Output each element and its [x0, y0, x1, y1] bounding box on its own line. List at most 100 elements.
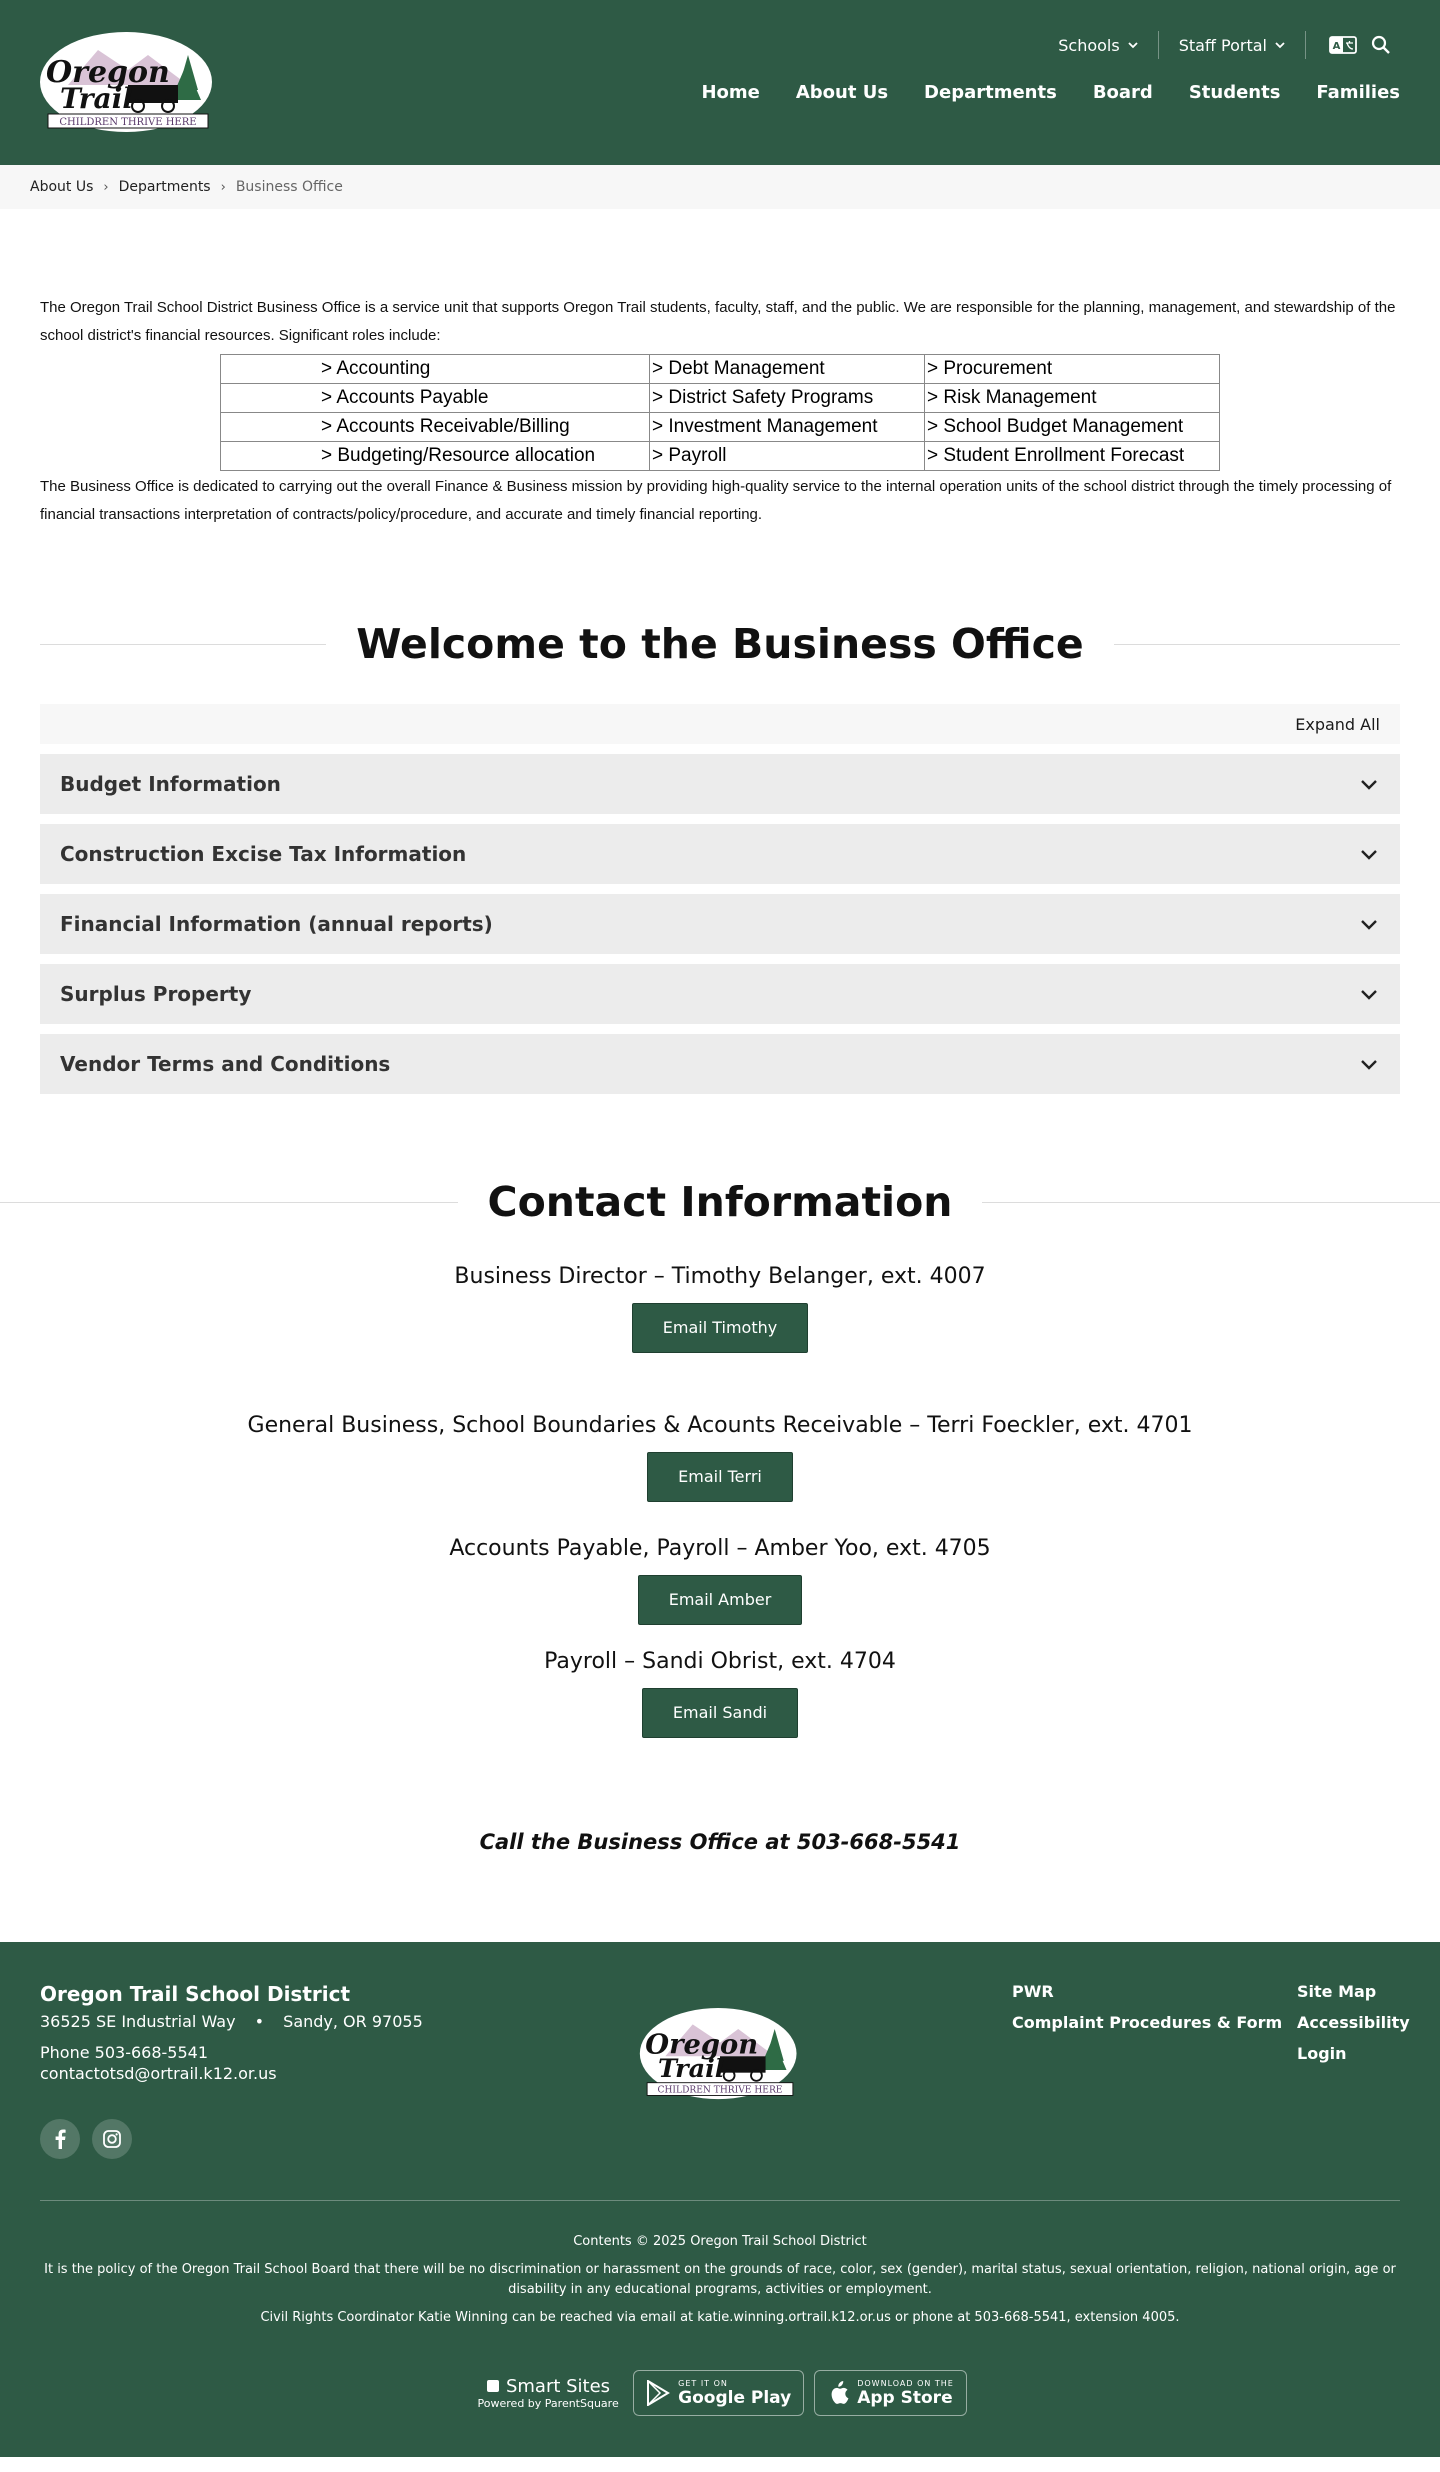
table-cell: > Payroll	[649, 441, 925, 471]
main-nav: Home About Us Departments Board Students…	[665, 82, 1400, 103]
social-links	[40, 2119, 132, 2159]
accordion-label: Construction Excise Tax Information	[60, 842, 467, 866]
footer-link-complaint-procedures[interactable]: Complaint Procedures & Form	[1012, 2013, 1282, 2032]
translate-button[interactable]: A	[1324, 36, 1362, 54]
divider	[1305, 31, 1306, 59]
call-business-office: Call the Business Office at 503-668-5541	[479, 1830, 961, 1854]
table-cell: > Risk Management	[924, 383, 1220, 413]
nav-departments[interactable]: Departments	[924, 82, 1057, 103]
chevron-down-icon	[1361, 990, 1377, 1000]
nav-board[interactable]: Board	[1093, 82, 1153, 103]
chevron-right-icon: ›	[103, 179, 109, 195]
roles-table: > Accounting > Debt Management > Procure…	[220, 354, 1220, 471]
email-terri-button[interactable]: Email Terri	[647, 1452, 793, 1502]
footer-divider	[40, 2200, 1400, 2201]
svg-text:CHILDREN THRIVE HERE: CHILDREN THRIVE HERE	[658, 2086, 783, 2096]
footer-badges: Smart Sites Powered by ParentSquare GET …	[0, 2370, 1440, 2416]
chevron-down-icon	[1128, 42, 1138, 49]
copyright-text: Contents © 2025 Oregon Trail School Dist…	[573, 2234, 867, 2249]
chevron-down-icon	[1361, 1060, 1377, 1070]
badge-small-text: DOWNLOAD ON THE	[857, 2378, 954, 2388]
footer-link-login[interactable]: Login	[1297, 2044, 1410, 2063]
smart-sites-icon	[487, 2380, 500, 2392]
svg-text:CHILDREN THRIVE HERE: CHILDREN THRIVE HERE	[59, 117, 196, 128]
app-store-badge[interactable]: DOWNLOAD ON THE App Store	[814, 2370, 967, 2416]
table-cell: > Accounting	[220, 354, 650, 384]
nav-families[interactable]: Families	[1316, 82, 1400, 103]
footer-address-line: 36525 SE Industrial Way • Sandy, OR 9705…	[40, 2012, 423, 2031]
footer-email-link[interactable]: contactotsd@ortrail.k12.or.us	[40, 2064, 423, 2083]
smart-sites-link[interactable]: Smart Sites Powered by ParentSquare	[473, 2376, 623, 2410]
breadcrumb: About Us › Departments › Business Office	[0, 165, 1440, 209]
accordion-label: Vendor Terms and Conditions	[60, 1052, 391, 1076]
accordion-financial-information[interactable]: Financial Information (annual reports)	[40, 894, 1400, 954]
facebook-icon	[55, 2129, 66, 2149]
table-cell: > Accounts Receivable/Billing	[220, 412, 650, 442]
accordion-label: Budget Information	[60, 772, 281, 796]
instagram-link[interactable]	[92, 2119, 132, 2159]
apple-icon	[831, 2381, 849, 2404]
footer-district-name: Oregon Trail School District	[40, 1982, 351, 2006]
accordion-budget-information[interactable]: Budget Information	[40, 754, 1400, 814]
footer-phone: Phone 503-668-5541	[40, 2043, 208, 2062]
smart-sites-text: Smart Sites	[505, 2376, 611, 2397]
schools-dropdown[interactable]: Schools	[1038, 36, 1157, 55]
nav-home[interactable]: Home	[701, 82, 759, 103]
table-row: > Budgeting/Resource allocation > Payrol…	[220, 441, 1220, 471]
nav-about-us[interactable]: About Us	[796, 82, 888, 103]
footer-logo: Oregon Trail CHILDREN THRIVE HERE	[638, 2006, 802, 2102]
email-sandi-button[interactable]: Email Sandi	[641, 1688, 799, 1738]
footer-legal: Contents © 2025 Oregon Trail School Dist…	[40, 2232, 1400, 2336]
email-timothy-button[interactable]: Email Timothy	[631, 1303, 809, 1353]
footer-link-pwr[interactable]: PWR	[1012, 1982, 1282, 2001]
svg-text:A: A	[1333, 41, 1341, 52]
footer-city: Sandy, OR 97055	[283, 2012, 423, 2031]
breadcrumb-about-us[interactable]: About Us	[30, 179, 93, 195]
expand-all-button[interactable]: Expand All	[1295, 715, 1380, 734]
search-button[interactable]	[1362, 35, 1400, 55]
instagram-icon	[103, 2130, 121, 2148]
district-logo[interactable]: Oregon Trail CHILDREN THRIVE HERE	[38, 30, 218, 135]
contact-person: Payroll – Sandi Obrist, ext. 4704 Email …	[40, 1649, 1400, 1738]
accordion-construction-excise-tax[interactable]: Construction Excise Tax Information	[40, 824, 1400, 884]
table-cell: > Debt Management	[649, 354, 925, 384]
civil-rights-text: Civil Rights Coordinator Katie Winning c…	[260, 2310, 1180, 2325]
accordion-label: Financial Information (annual reports)	[60, 912, 493, 936]
footer-street: 36525 SE Industrial Way	[40, 2012, 236, 2031]
contact-line: General Business, School Boundaries & Ac…	[247, 1413, 1193, 1438]
smart-sites-label: Smart Sites	[473, 2376, 623, 2397]
table-cell: > Student Enrollment Forecast	[924, 441, 1220, 471]
accordion-vendor-terms[interactable]: Vendor Terms and Conditions	[40, 1034, 1400, 1094]
staff-portal-dropdown[interactable]: Staff Portal	[1159, 36, 1305, 55]
chevron-down-icon	[1361, 850, 1377, 860]
intro-paragraph: The Oregon Trail School District Busines…	[40, 299, 1396, 344]
schools-label: Schools	[1058, 35, 1120, 55]
translate-icon: A	[1329, 36, 1357, 54]
footer-links-col1: PWR Complaint Procedures & Form	[1012, 1982, 1282, 2044]
google-play-badge[interactable]: GET IT ON Google Play	[633, 2370, 805, 2416]
breadcrumb-current: Business Office	[235, 179, 343, 195]
contact-person: General Business, School Boundaries & Ac…	[40, 1413, 1400, 1502]
app-store-text: DOWNLOAD ON THE App Store	[857, 2379, 954, 2408]
footer-address: Oregon Trail School District 36525 SE In…	[40, 1982, 423, 2083]
contact-line: Payroll – Sandi Obrist, ext. 4704	[544, 1649, 896, 1674]
footer-link-accessibility[interactable]: Accessibility	[1297, 2013, 1410, 2032]
nav-students[interactable]: Students	[1189, 82, 1281, 103]
footer-link-site-map[interactable]: Site Map	[1297, 1982, 1410, 2001]
email-amber-button[interactable]: Email Amber	[637, 1575, 803, 1625]
contact-person: Business Director – Timothy Belanger, ex…	[40, 1264, 1400, 1353]
site-header: Oregon Trail CHILDREN THRIVE HERE School…	[0, 0, 1440, 165]
facebook-link[interactable]	[40, 2119, 80, 2159]
table-cell: > School Budget Management	[924, 412, 1220, 442]
table-cell: > Procurement	[924, 354, 1220, 384]
contact-person: Accounts Payable, Payroll – Amber Yoo, e…	[40, 1536, 1400, 1625]
chevron-right-icon: ›	[220, 179, 226, 195]
accordion-label: Surplus Property	[60, 982, 252, 1006]
nondiscrimination-policy: It is the policy of the Oregon Trail Sch…	[44, 2262, 1396, 2297]
chevron-down-icon	[1275, 42, 1285, 49]
powered-by-text: Powered by ParentSquare	[477, 2397, 619, 2410]
breadcrumb-departments[interactable]: Departments	[119, 179, 211, 195]
accordion-surplus-property[interactable]: Surplus Property	[40, 964, 1400, 1024]
welcome-heading: Welcome to the Business Office	[326, 620, 1114, 668]
table-cell: > Accounts Payable	[220, 383, 650, 413]
